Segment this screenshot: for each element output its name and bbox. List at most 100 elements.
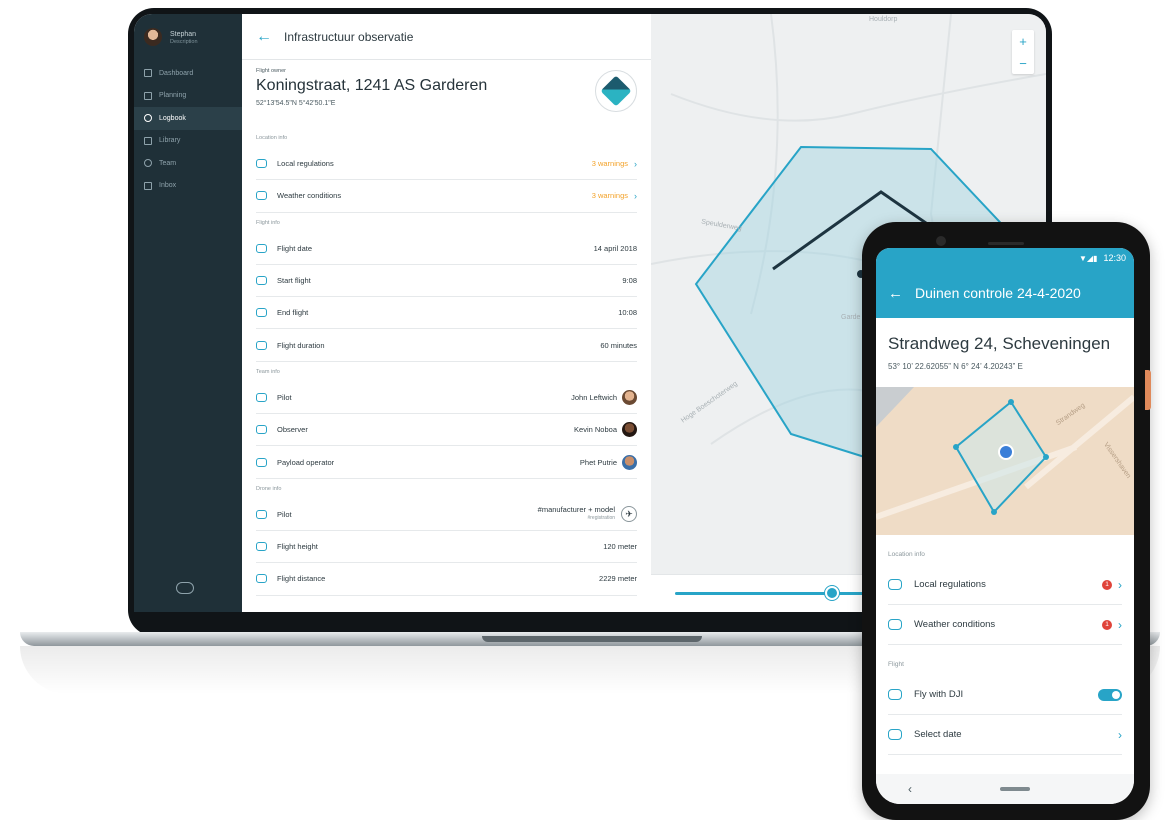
row-label: Flight height [277, 542, 318, 552]
row-label: Flight duration [277, 340, 325, 350]
row-label: Weather conditions [914, 619, 996, 630]
row-label: Select date [914, 729, 962, 740]
row-select-date[interactable]: Select date › [888, 715, 1122, 755]
drone-registration: #registration [587, 515, 615, 522]
row-observer[interactable]: Observer Kevin Noboa [256, 414, 637, 447]
weather-icon [256, 191, 267, 201]
user-description: Description [170, 38, 198, 45]
distance-icon [256, 574, 267, 584]
row-label: Pilot [277, 392, 292, 402]
owner-coordinates: 52°13'54.5"N 5°42'50.1"E [256, 100, 336, 107]
row-label: Payload operator [277, 457, 335, 467]
row-weather-conditions[interactable]: Weather conditions 1 › [888, 605, 1122, 645]
sidebar-item-label: Library [159, 137, 181, 145]
chevron-right-icon: › [1118, 727, 1122, 742]
library-icon [144, 136, 152, 145]
owner-logo [595, 70, 637, 112]
sidebar-item-team[interactable]: Team [134, 152, 242, 175]
weather-icon [888, 619, 902, 630]
zoom-in-button[interactable]: + [1012, 30, 1034, 52]
warning-count: 3 warnings [591, 191, 628, 201]
row-label: Observer [277, 425, 308, 435]
page-title: Infrastructuur observatie [284, 29, 414, 44]
logbook-icon [144, 114, 152, 123]
height-icon [256, 542, 267, 552]
sidebar-item-label: Planning [159, 92, 187, 100]
sidebar: Stephan Description Dashboard Planning L… [134, 14, 242, 612]
panel-header: ← Infrastructuur observatie [242, 14, 651, 60]
row-payload-operator[interactable]: Payload operator Phet Putrie [256, 446, 637, 479]
row-flight-distance: Flight distance 2229 meter [256, 563, 637, 596]
row-local-regulations[interactable]: Local regulations 1 › [888, 565, 1122, 605]
row-flight-date: Flight date 14 april 2018 [256, 233, 637, 265]
section-label-location: Location info [888, 551, 925, 558]
map-label: Garde [841, 314, 861, 321]
map-label: Houldorp [869, 16, 898, 23]
sidebar-item-inbox[interactable]: Inbox [134, 175, 242, 198]
signal-battery-icon: ▼◢▮ [1078, 253, 1098, 263]
chevron-right-icon: › [1118, 577, 1122, 592]
drone-icon [256, 509, 267, 519]
sidebar-item-dashboard[interactable]: Dashboard [134, 62, 242, 85]
sidebar-nav: Dashboard Planning Logbook Library Team … [134, 62, 242, 197]
zoom-out-button[interactable]: − [1012, 52, 1034, 74]
back-arrow-icon[interactable]: ← [888, 285, 903, 302]
sidebar-item-label: Dashboard [159, 69, 194, 77]
row-label: Fly with DJI [914, 689, 964, 700]
flight-owner: Flight owner Koningstraat, 1241 AS Garde… [242, 60, 651, 128]
dashboard-icon [144, 69, 152, 78]
row-value: 10:08 [618, 308, 637, 318]
camera-icon [936, 236, 946, 246]
sidebar-item-label: Inbox [159, 182, 177, 190]
app-bar: ← Duinen controle 24-4-2020 [876, 268, 1134, 318]
sidebar-item-label: Logbook [159, 114, 186, 122]
avatar [622, 389, 637, 405]
row-value: 120 meter [603, 542, 637, 552]
row-pilot[interactable]: Pilot John Leftwich [256, 382, 637, 415]
cloud-icon[interactable] [176, 582, 194, 594]
status-bar: ▼◢▮ 12:30 [876, 248, 1134, 268]
sidebar-item-logbook[interactable]: Logbook [134, 107, 242, 130]
owner-address: Koningstraat, 1241 AS Garderen [256, 77, 488, 94]
nav-back-icon[interactable]: ‹ [908, 782, 912, 796]
page-title: Duinen controle 24-4-2020 [915, 285, 1081, 301]
android-nav-bar: ‹ [876, 774, 1134, 804]
avatar [144, 28, 162, 46]
row-label: Pilot [277, 509, 292, 519]
regulations-icon [256, 159, 267, 169]
timeline-slider-handle[interactable] [825, 586, 839, 600]
end-icon [256, 308, 267, 318]
row-label: Local regulations [914, 579, 986, 590]
regulations-icon [888, 579, 902, 590]
chevron-right-icon: › [634, 190, 637, 201]
payload-icon [256, 457, 267, 467]
dji-toggle[interactable] [1098, 688, 1122, 701]
row-label: Flight date [277, 243, 313, 253]
sidebar-item-planning[interactable]: Planning [134, 85, 242, 108]
status-time: 12:30 [1103, 253, 1126, 263]
warning-count: 3 warnings [591, 159, 628, 169]
flight-detail-panel: ← Infrastructuur observatie Flight owner… [242, 14, 651, 612]
row-weather-conditions[interactable]: Weather conditions 3 warnings › [256, 180, 637, 213]
nav-home-button[interactable] [1000, 787, 1030, 791]
row-local-regulations[interactable]: Local regulations 3 warnings › [256, 148, 637, 181]
sidebar-item-library[interactable]: Library [134, 130, 242, 153]
row-fly-with-dji[interactable]: Fly with DJI [888, 675, 1122, 715]
user-profile[interactable]: Stephan Description [134, 14, 242, 60]
section-label-flight: Flight info [256, 219, 280, 226]
section-label-team: Team info [256, 368, 280, 375]
phone-speaker [988, 242, 1024, 245]
location-coordinates: 53° 10’ 22.62055” N 6° 24’ 4.20243” E [888, 362, 1023, 371]
row-label: Start flight [277, 276, 311, 286]
back-arrow-icon[interactable]: ← [256, 28, 272, 45]
row-label: Flight distance [277, 574, 326, 584]
row-value: 14 april 2018 [593, 243, 637, 253]
timeline-track[interactable] [675, 592, 885, 595]
row-drone[interactable]: Pilot #manufacturer + model #registratio… [256, 499, 637, 531]
section-label-flight: Flight [888, 661, 904, 668]
start-icon [256, 276, 267, 286]
sidebar-item-label: Team [159, 159, 177, 167]
row-value: 9:08 [622, 276, 637, 286]
company-logo-icon [600, 75, 632, 107]
phone-map[interactable]: Strandweg Vissershaven [876, 387, 1134, 535]
